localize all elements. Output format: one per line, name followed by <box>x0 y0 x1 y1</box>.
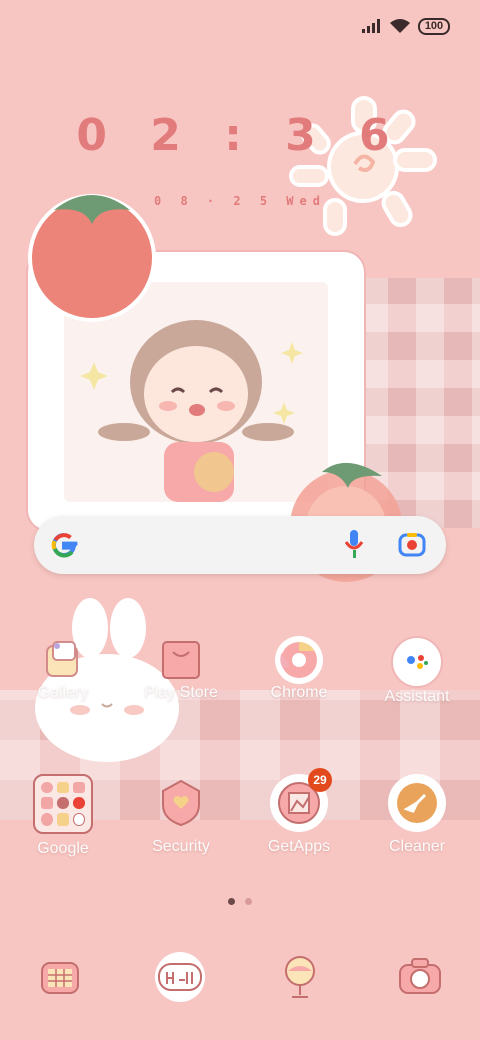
page-dot-1[interactable] <box>228 898 235 905</box>
assistant-icon <box>391 636 443 688</box>
page-dot-2[interactable] <box>245 898 252 905</box>
shield-icon <box>157 774 205 832</box>
folder-icon <box>33 774 93 834</box>
app-label: Security <box>152 838 210 855</box>
app-cleaner[interactable]: Cleaner <box>362 774 472 858</box>
app-label: Google <box>37 840 89 857</box>
play-store-icon <box>157 636 205 684</box>
microphone-icon[interactable] <box>344 530 364 560</box>
signal-icon <box>362 19 380 33</box>
app-row-2: Google Security 29 GetApps Cleaner <box>0 768 480 858</box>
app-label: Gallery <box>37 684 89 701</box>
app-chrome[interactable]: Chrome <box>244 636 354 706</box>
globe-app-icon[interactable] <box>275 952 325 1002</box>
wifi-icon <box>390 19 410 33</box>
google-g-icon <box>51 532 78 558</box>
app-play-store[interactable]: Play Store <box>126 636 236 706</box>
page-indicator[interactable] <box>0 898 480 905</box>
calendar-app-icon[interactable] <box>35 952 85 1002</box>
chrome-icon <box>275 636 323 684</box>
battery-icon: 100 <box>418 17 450 35</box>
hello-app-icon[interactable] <box>155 952 205 1002</box>
app-row-1: Gallery Play Store Chrome Assistant <box>0 636 480 706</box>
app-label: Assistant <box>384 688 450 705</box>
app-security[interactable]: Security <box>126 774 236 858</box>
app-gallery[interactable]: Gallery <box>8 636 118 706</box>
app-label: Cleaner <box>388 838 446 855</box>
dock <box>0 952 480 1002</box>
tomato-sticker-icon <box>28 194 156 322</box>
lens-icon[interactable] <box>398 531 426 559</box>
cleaner-icon <box>388 774 446 832</box>
app-google-folder[interactable]: Google <box>8 774 118 858</box>
notification-badge: 29 <box>308 768 332 792</box>
app-label: Play Store <box>144 684 218 701</box>
app-label: GetApps <box>267 838 331 855</box>
camera-app-icon[interactable] <box>395 952 445 1002</box>
google-search-bar[interactable] <box>34 516 446 574</box>
gallery-icon <box>39 636 87 684</box>
clock-time[interactable]: 0 2 : 3 6 <box>0 110 480 161</box>
app-assistant[interactable]: Assistant <box>362 636 472 706</box>
app-getapps[interactable]: 29 GetApps <box>244 768 354 858</box>
status-bar: 100 <box>362 14 450 38</box>
app-label: Chrome <box>270 684 328 701</box>
